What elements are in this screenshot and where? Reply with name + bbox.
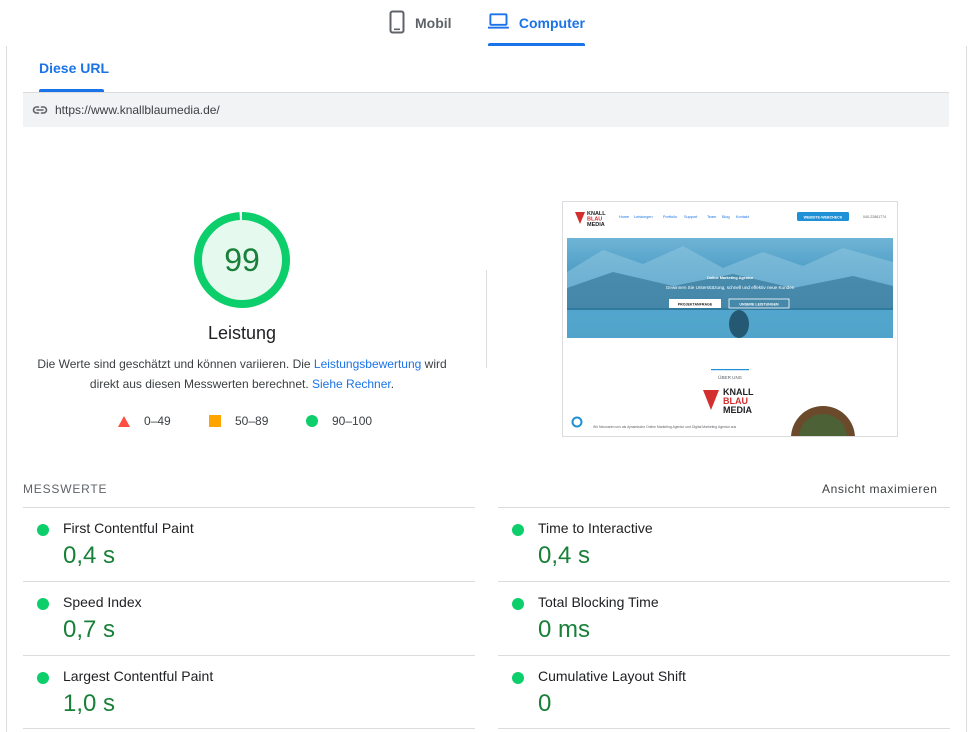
pass-circle-icon xyxy=(37,524,49,536)
metric-name: Speed Index xyxy=(63,594,142,610)
section-divider xyxy=(486,270,487,368)
metric-name: Total Blocking Time xyxy=(538,594,659,610)
svg-text:PROJEKTANFRAGE: PROJEKTANFRAGE xyxy=(678,302,713,306)
metrics-divider-right xyxy=(498,728,950,729)
metric-largest-contentful-paint: Largest Contentful Paint 1,0 s xyxy=(23,655,475,729)
svg-text:Blog: Blog xyxy=(722,215,730,219)
thumb-about-text: Wir Neuwaren uns als dynamische Online M… xyxy=(593,425,737,429)
thumb-logo: KNALL BLAU MEDIA xyxy=(575,211,606,228)
tab-computer[interactable]: Computer xyxy=(488,10,585,46)
triangle-icon xyxy=(118,415,130,427)
metric-value: 0 xyxy=(538,690,552,717)
performance-score-gauge: 99 xyxy=(194,212,290,308)
url-bar: https://www.knallblaumedia.de/ xyxy=(23,93,949,127)
pass-circle-icon xyxy=(37,598,49,610)
screenshot-image: KNALL BLAU MEDIA Home Leistungen Portfol… xyxy=(567,211,893,436)
metric-value: 0,4 s xyxy=(63,542,116,569)
metric-name: First Contentful Paint xyxy=(63,520,194,536)
legend-fail-range: 0–49 xyxy=(144,414,171,428)
pass-circle-icon xyxy=(512,672,524,684)
smartphone-icon xyxy=(389,10,405,34)
card-border-left xyxy=(6,46,7,732)
tab-this-url[interactable]: Diese URL xyxy=(39,60,109,76)
pass-circle-icon xyxy=(512,598,524,610)
score-description: Die Werte sind geschätzt und können vari… xyxy=(30,354,454,394)
svg-text:Leistungen: Leistungen xyxy=(634,215,653,219)
metric-name: Cumulative Layout Shift xyxy=(538,668,686,684)
page-screenshot-thumbnail: KNALL BLAU MEDIA Home Leistungen Portfol… xyxy=(562,201,898,437)
svg-text:Kontakt: Kontakt xyxy=(736,215,750,219)
metric-value: 0,7 s xyxy=(63,616,116,643)
tab-mobile[interactable]: Mobil xyxy=(389,10,452,46)
svg-text:MEDIA: MEDIA xyxy=(723,405,753,415)
legend-pass: 90–100 xyxy=(306,414,372,428)
square-icon xyxy=(209,415,221,427)
thumb-logo-line3: MEDIA xyxy=(587,222,605,228)
circle-icon xyxy=(306,415,318,427)
legend-average: 50–89 xyxy=(209,414,268,428)
analyzed-url[interactable]: https://www.knallblaumedia.de/ xyxy=(55,103,220,117)
metrics-title: MESSWERTE xyxy=(23,482,108,496)
laptop-icon xyxy=(488,13,509,29)
score-desc-text-1: Die Werte sind geschätzt und können vari… xyxy=(37,357,314,371)
thumb-cta-label: WEBSITE-WEBCHECK xyxy=(804,215,843,219)
thumb-phone: 040-22861774 xyxy=(863,215,886,219)
metric-name: Largest Contentful Paint xyxy=(63,668,214,684)
metric-speed-index: Speed Index 0,7 s xyxy=(23,581,475,655)
metric-first-contentful-paint: First Contentful Paint 0,4 s xyxy=(23,507,475,581)
tab-computer-label: Computer xyxy=(518,15,585,31)
pass-circle-icon xyxy=(37,672,49,684)
performance-label: Leistung xyxy=(207,323,277,343)
device-tabs: Mobil Computer xyxy=(0,0,973,46)
svg-text:Portfolio: Portfolio xyxy=(663,215,677,219)
thumb-hero-kicker: Online Marketing Agentur xyxy=(707,276,754,280)
legend-pass-range: 90–100 xyxy=(332,414,373,428)
svg-text:Team: Team xyxy=(707,215,716,219)
scoring-link[interactable]: Leistungsbewertung xyxy=(314,357,421,371)
score-desc-text-3: . xyxy=(390,377,395,391)
thumb-hero-text: Gewinnen Sie Unterstützung, schnell und … xyxy=(666,285,795,290)
metric-time-to-interactive: Time to Interactive 0,4 s xyxy=(498,507,950,581)
legend-fail: 0–49 xyxy=(118,414,171,428)
pass-circle-icon xyxy=(512,524,524,536)
card-border-right xyxy=(966,46,967,732)
tab-mobile-label: Mobil xyxy=(415,15,452,31)
legend-average-range: 50–89 xyxy=(235,414,269,428)
metric-total-blocking-time: Total Blocking Time 0 ms xyxy=(498,581,950,655)
link-icon xyxy=(32,106,48,114)
thumb-about-title: ÜBER UNS xyxy=(718,374,742,380)
metric-value: 0 ms xyxy=(538,616,591,643)
expand-view-toggle[interactable]: Ansicht maximieren xyxy=(822,482,938,496)
metric-cumulative-layout-shift: Cumulative Layout Shift 0 xyxy=(498,655,950,729)
thumb-nav: Home Leistungen Portfolio Support Team B… xyxy=(619,215,750,219)
svg-text:Support: Support xyxy=(684,215,698,219)
metric-value: 1,0 s xyxy=(63,690,116,717)
calculator-link[interactable]: Siehe Rechner xyxy=(312,377,391,391)
metric-name: Time to Interactive xyxy=(538,520,653,536)
performance-score-value: 99 xyxy=(224,242,260,278)
metric-value: 0,4 s xyxy=(538,542,591,569)
svg-text:Home: Home xyxy=(619,215,629,219)
svg-text:UNSERE LEISTUNGEN: UNSERE LEISTUNGEN xyxy=(739,302,779,306)
metrics-divider-left xyxy=(23,728,475,729)
